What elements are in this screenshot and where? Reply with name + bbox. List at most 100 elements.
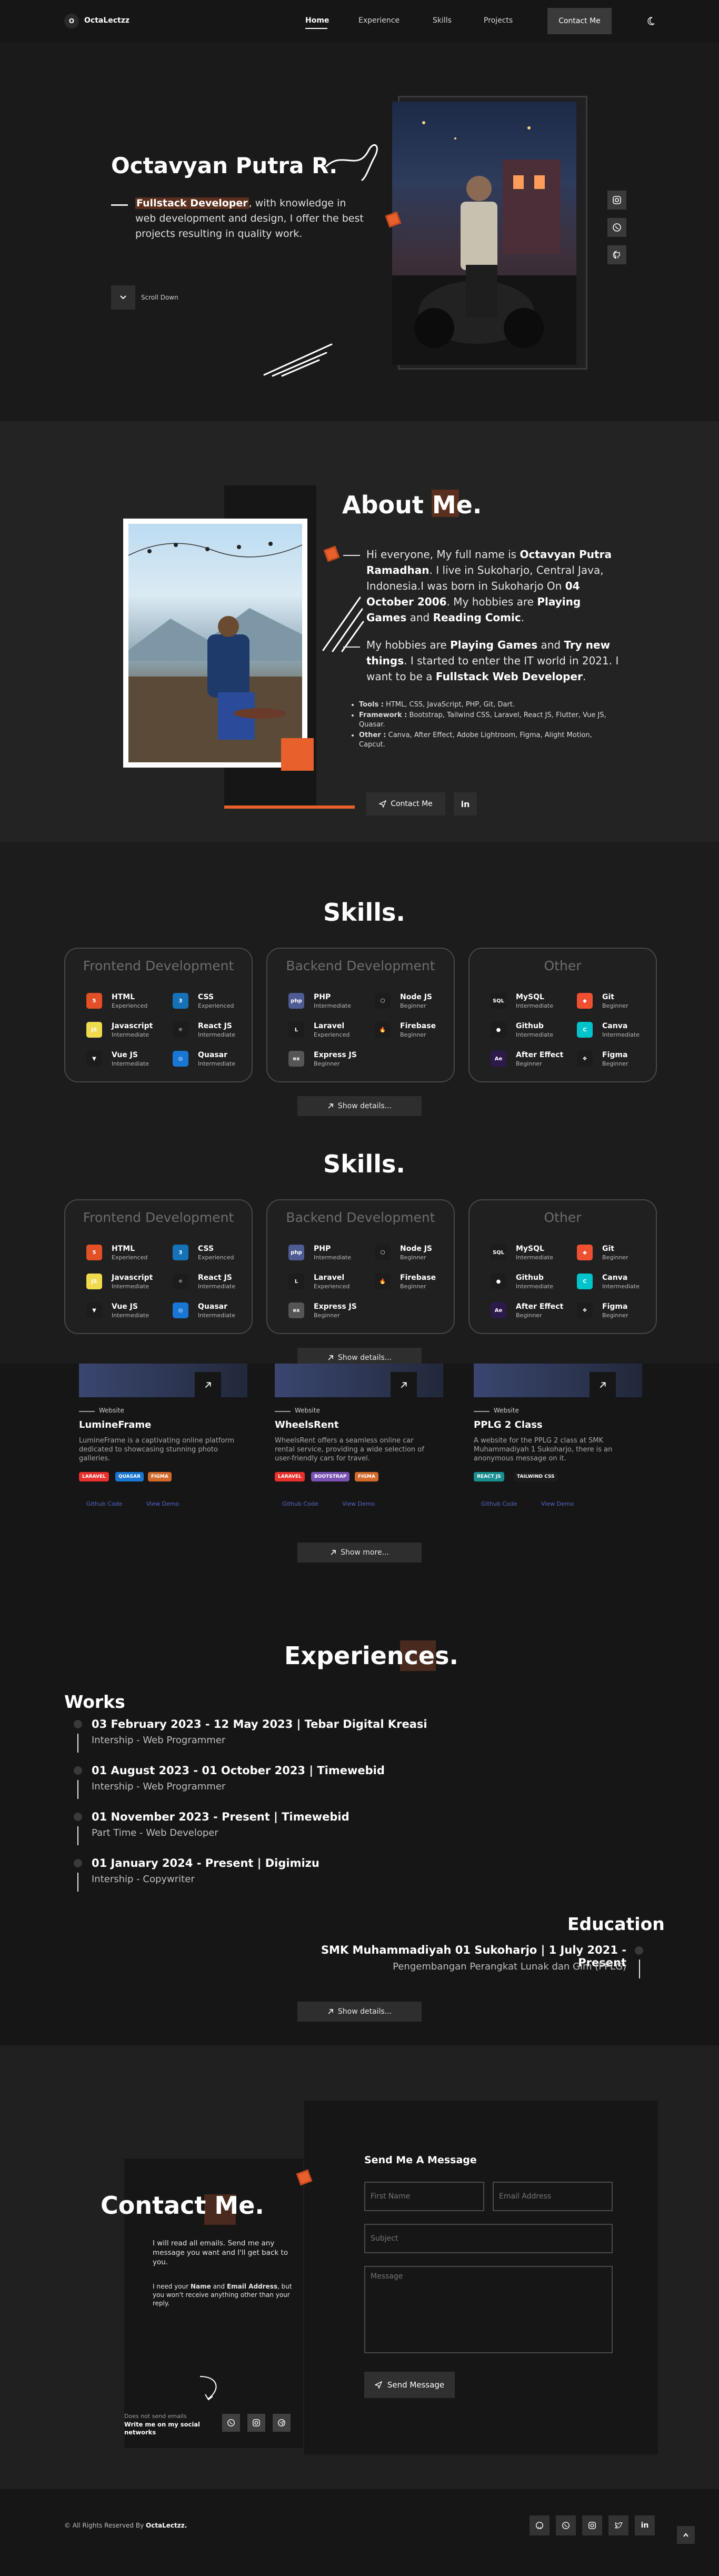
project-demo-link[interactable]: View Demo bbox=[342, 1500, 375, 1507]
about-dash-2 bbox=[343, 647, 360, 648]
skill-name: PHP bbox=[314, 993, 331, 1001]
project-open-button[interactable] bbox=[195, 1372, 221, 1398]
after-effects-icon: Ae bbox=[491, 1051, 506, 1067]
skill-name: Node JS bbox=[400, 993, 433, 1001]
project-github-link[interactable]: Github Code bbox=[86, 1500, 122, 1507]
nav-experience[interactable]: Experience bbox=[358, 16, 400, 25]
message-input[interactable] bbox=[364, 2266, 613, 2353]
email-input[interactable] bbox=[493, 2182, 613, 2211]
about-hobby: Playing Games bbox=[450, 639, 538, 651]
footer-linkedin-button[interactable]: in bbox=[635, 2515, 655, 2535]
project-thumbnail[interactable] bbox=[79, 1364, 247, 1397]
back-to-top-button[interactable] bbox=[677, 2526, 695, 2544]
work-role: Part Time - Web Developer bbox=[92, 1827, 218, 1838]
footer-instagram-button[interactable] bbox=[582, 2515, 602, 2535]
project-description: WheelsRent offers a seamless online car … bbox=[275, 1437, 424, 1463]
skill-name: Git bbox=[602, 1245, 614, 1253]
skill-item: ex Express JS Beginner bbox=[288, 1300, 367, 1321]
skill-card-title: Backend Development bbox=[286, 958, 435, 973]
skill-card-title: Frontend Development bbox=[83, 958, 234, 973]
contact-text-1: I will read all emails. Send me any mess… bbox=[153, 2239, 288, 2266]
project-title: PPLG 2 Class bbox=[474, 1419, 543, 1430]
whatsapp-icon bbox=[613, 223, 621, 232]
skill-item: 5 HTML Experienced bbox=[86, 1242, 165, 1264]
hero-github-button[interactable] bbox=[607, 245, 626, 264]
project-open-button[interactable] bbox=[590, 1372, 616, 1398]
logo-badge[interactable]: O bbox=[64, 14, 79, 28]
hero-name: Octavyan Putra R. bbox=[111, 153, 338, 178]
project-thumbnail[interactable] bbox=[275, 1364, 443, 1397]
logo-text[interactable]: OctaLectzz bbox=[84, 16, 129, 25]
project-type: Website bbox=[99, 1407, 124, 1414]
hero-description: Fullstack Developer, with knowledge in w… bbox=[135, 196, 367, 242]
show-skill-details-button[interactable]: Show details... bbox=[297, 1096, 422, 1116]
nav-home[interactable]: Home bbox=[305, 16, 329, 25]
text: and bbox=[537, 639, 564, 651]
contact-title: Contact Me. bbox=[101, 2191, 264, 2220]
skill-level: Intermediate bbox=[314, 1002, 351, 1009]
skill-name: Firebase bbox=[400, 1274, 436, 1282]
canva-icon: C bbox=[577, 1022, 593, 1038]
firebase-icon: 🔥 bbox=[375, 1022, 391, 1038]
hero-instagram-button[interactable] bbox=[607, 191, 626, 210]
scroll-down-button[interactable] bbox=[111, 285, 135, 310]
project-demo-link[interactable]: View Demo bbox=[541, 1500, 574, 1507]
telegram-icon bbox=[278, 2419, 285, 2426]
project-github-link[interactable]: Github Code bbox=[282, 1500, 318, 1507]
nav-skills[interactable]: Skills bbox=[433, 16, 452, 25]
project-github-link[interactable]: Github Code bbox=[481, 1500, 517, 1507]
skill-card: Backend Development php PHP Intermediate ⬡ No… bbox=[266, 1199, 455, 1334]
mysql-icon: SQL bbox=[491, 1245, 506, 1260]
scroll-down-label: Scroll Down bbox=[141, 294, 178, 301]
skill-item: L Laravel Experienced bbox=[288, 1020, 367, 1041]
arrow-up-right-icon bbox=[328, 1103, 333, 1109]
git-icon: ◆ bbox=[577, 1245, 593, 1260]
subject-input[interactable] bbox=[364, 2224, 613, 2253]
text: . bbox=[521, 611, 525, 624]
send-message-button[interactable]: Send Message bbox=[364, 2372, 455, 2398]
about-contact-button[interactable]: Contact Me bbox=[366, 792, 445, 815]
linkedin-button[interactable]: in bbox=[454, 792, 477, 815]
skill-level: Beginner bbox=[400, 1002, 426, 1009]
contact-whatsapp-button[interactable] bbox=[222, 2414, 240, 2432]
work-role: Intership - Web Programmer bbox=[92, 1735, 226, 1746]
show-experience-details-button[interactable]: Show details... bbox=[297, 2002, 422, 2022]
skill-card-title: Other bbox=[544, 1210, 582, 1225]
project-tag: REACT JS bbox=[474, 1472, 504, 1481]
skill-level: Experienced bbox=[112, 1002, 148, 1009]
node-icon: ⬡ bbox=[375, 1245, 391, 1260]
footer-twitter-button[interactable] bbox=[608, 2515, 628, 2535]
timeline-dot bbox=[74, 1766, 82, 1775]
skill-name: Quasar bbox=[198, 1302, 227, 1311]
contact-instagram-button[interactable] bbox=[247, 2414, 265, 2432]
skill-name: Javascript bbox=[112, 1274, 153, 1282]
skill-level: Beginner bbox=[602, 1002, 628, 1009]
project-open-button[interactable] bbox=[391, 1372, 417, 1398]
express-icon: ex bbox=[288, 1302, 304, 1318]
footer-github-button[interactable] bbox=[530, 2515, 550, 2535]
linkedin-icon: in bbox=[641, 2521, 649, 2530]
skill-level: Intermediate bbox=[602, 1283, 640, 1290]
footer-whatsapp-button[interactable] bbox=[556, 2515, 576, 2535]
list-label: Other : bbox=[359, 731, 386, 739]
moon-icon[interactable] bbox=[645, 16, 656, 26]
skill-item: ⚛ React JS Intermediate bbox=[173, 1271, 252, 1292]
nav-contact-button[interactable]: Contact Me bbox=[547, 8, 612, 34]
show-more-projects-button[interactable]: Show more... bbox=[297, 1543, 422, 1563]
mysql-icon: SQL bbox=[491, 993, 506, 1009]
skill-level: Beginner bbox=[400, 1283, 426, 1290]
skill-name: Firebase bbox=[400, 1022, 436, 1030]
work-heading: 01 November 2023 - Present | Timewebid bbox=[92, 1811, 349, 1823]
skill-item: ● Github Intermediate bbox=[491, 1020, 570, 1041]
curved-arrow-icon bbox=[199, 2376, 217, 2401]
chevron-up-icon bbox=[683, 2533, 688, 2537]
project-thumbnail[interactable] bbox=[474, 1364, 642, 1397]
first-name-input[interactable] bbox=[364, 2182, 484, 2211]
hero-whatsapp-button[interactable] bbox=[607, 218, 626, 237]
nav-projects[interactable]: Projects bbox=[484, 16, 513, 25]
chevron-down-icon bbox=[120, 295, 126, 300]
skill-item: ▼ Vue JS Intermediate bbox=[86, 1300, 165, 1321]
timeline-line bbox=[77, 1826, 78, 1845]
project-demo-link[interactable]: View Demo bbox=[146, 1500, 179, 1507]
contact-telegram-button[interactable] bbox=[273, 2414, 291, 2432]
